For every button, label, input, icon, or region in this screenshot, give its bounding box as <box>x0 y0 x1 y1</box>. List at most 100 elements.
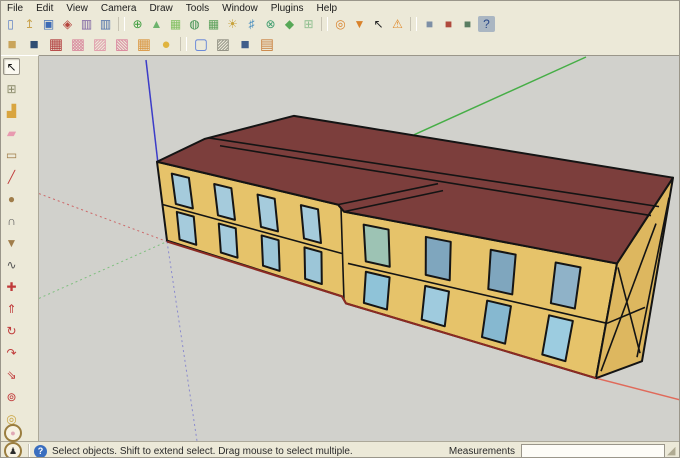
paste-icon[interactable]: ▥ <box>97 16 114 32</box>
window-left-block-lower-4[interactable] <box>303 246 323 286</box>
freehand-tool-icon[interactable]: ∿ <box>3 256 20 273</box>
window-left-block-upper-2[interactable] <box>213 182 236 221</box>
menu-view[interactable]: View <box>60 2 95 15</box>
preview-earth-icon[interactable]: ◍ <box>186 16 203 32</box>
menu-camera[interactable]: Camera <box>95 2 144 15</box>
select-tool-icon[interactable]: ↖ <box>3 58 20 75</box>
building-maker-icon[interactable]: ▦ <box>205 16 222 32</box>
warehouse-model-icon[interactable]: ◈ <box>59 16 76 32</box>
hidden-line-mode-icon[interactable]: ▨ <box>213 35 233 54</box>
extension-warehouse-icon[interactable]: ⊗ <box>262 16 279 32</box>
eraser-icon[interactable]: ▰ <box>3 124 20 141</box>
styles-toolbar: ■ ■ ▦ ▩ ▨ ▧ ▦ ● ▢ ▨ ■ ▤ <box>1 33 679 56</box>
new-file-icon[interactable]: ▯ <box>2 16 19 32</box>
push-pull-tool-icon[interactable]: ⇑ <box>3 300 20 317</box>
axis-blue-dotted <box>166 241 198 441</box>
match-photo-icon[interactable]: ♯ <box>243 16 260 32</box>
axis-red-solid <box>595 377 679 401</box>
wood-box-icon[interactable]: ■ <box>421 16 438 32</box>
sketchup-window: File Edit View Camera Draw Tools Window Plugins… <box>0 0 680 458</box>
window-right-block-upper-3[interactable] <box>487 248 517 296</box>
window-left-block-lower-2[interactable] <box>217 222 239 259</box>
window-right-block-upper-1[interactable] <box>362 223 391 268</box>
toolbar-separator <box>321 17 328 31</box>
window-left-block-upper-4[interactable] <box>299 204 322 245</box>
warning-icon[interactable]: ⚠ <box>389 16 406 32</box>
axis-red-dotted <box>39 193 168 242</box>
styles-panel-icon[interactable]: ▤ <box>257 35 277 54</box>
menu-plugins[interactable]: Plugins <box>265 2 311 15</box>
shaded-mode-icon[interactable]: ■ <box>235 35 255 54</box>
rotate-tool-icon[interactable]: ↻ <box>3 322 20 339</box>
status-badge-geolocation[interactable]: ● <box>4 424 22 442</box>
status-badge-credit[interactable]: ♟ <box>4 442 22 457</box>
window-right-block-lower-3[interactable] <box>480 299 512 345</box>
filter-icon[interactable]: ▼ <box>351 16 368 32</box>
window-left-block-lower-3[interactable] <box>260 234 281 272</box>
window-left-block-upper-3[interactable] <box>256 193 279 233</box>
scale-tool-icon[interactable]: ⇘ <box>3 366 20 383</box>
rectangle-tool-icon[interactable]: ▭ <box>3 146 20 163</box>
arc-tool-icon[interactable]: ∩ <box>3 212 20 229</box>
photo-textures-icon[interactable]: ▦ <box>167 16 184 32</box>
help-box-icon[interactable]: ? <box>478 16 495 32</box>
measurements-label: Measurements <box>448 445 515 457</box>
share-model-icon[interactable]: ◆ <box>281 16 298 32</box>
style-wood-cube-icon[interactable]: ■ <box>2 35 22 54</box>
offset-tool-icon[interactable]: ⊚ <box>3 388 20 405</box>
style-brick-cube-icon[interactable]: ▦ <box>46 35 66 54</box>
save-icon[interactable]: ▣ <box>40 16 57 32</box>
menu-bar: File Edit View Camera Draw Tools Window Plugins… <box>1 1 679 16</box>
open-file-icon[interactable]: ↥ <box>21 16 38 32</box>
toolbar-separator <box>180 37 187 51</box>
menu-window[interactable]: Window <box>216 2 265 15</box>
menu-file[interactable]: File <box>1 2 30 15</box>
status-message: Select objects. Shift to extend select. … <box>52 445 353 457</box>
menu-edit[interactable]: Edit <box>30 2 60 15</box>
make-component-icon[interactable]: ⊞ <box>3 80 20 97</box>
crate-box-icon[interactable]: ■ <box>459 16 476 32</box>
status-divider <box>28 444 29 457</box>
polygon-tool-icon[interactable]: ▼ <box>3 234 20 251</box>
menu-help[interactable]: Help <box>311 2 345 15</box>
menu-draw[interactable]: Draw <box>143 2 179 15</box>
paint-bucket-icon[interactable]: ▟ <box>3 102 20 119</box>
style-multi-cube-icon[interactable]: ▦ <box>134 35 154 54</box>
style-drop-icon[interactable]: ● <box>156 35 176 54</box>
resize-grip-icon[interactable]: ◢ <box>667 444 679 457</box>
follow-me-tool-icon[interactable]: ↷ <box>3 344 20 361</box>
window-right-block-upper-2[interactable] <box>424 235 452 282</box>
components-icon[interactable]: ⊞ <box>300 16 317 32</box>
xray-mode-icon[interactable]: ▢ <box>191 35 211 54</box>
window-left-block-upper-1[interactable] <box>170 172 194 210</box>
style-pink-cube-1-icon[interactable]: ▩ <box>68 35 88 54</box>
style-pink-cube-3-icon[interactable]: ▧ <box>112 35 132 54</box>
move-tool-icon[interactable]: ✚ <box>3 278 20 295</box>
zoom-tool-icon[interactable]: ◎ <box>332 16 349 32</box>
copy-icon[interactable]: ▥ <box>78 16 95 32</box>
add-detail-icon[interactable]: ☀ <box>224 16 241 32</box>
help-icon[interactable]: ? <box>34 444 47 457</box>
3d-scene[interactable] <box>39 56 680 441</box>
window-right-block-upper-4[interactable] <box>549 261 582 310</box>
style-navy-cube-icon[interactable]: ■ <box>24 35 44 54</box>
brick-box-icon[interactable]: ■ <box>440 16 457 32</box>
window-right-block-lower-1[interactable] <box>362 270 391 311</box>
status-bar: ● ♟ ? Select objects. Shift to extend sel… <box>1 424 679 457</box>
select-box-icon[interactable]: ↖ <box>370 16 387 32</box>
toolbar-separator <box>410 17 417 31</box>
axis-green-dotted <box>39 241 168 299</box>
measurements-input[interactable] <box>521 443 665 457</box>
window-left-block-lower-1[interactable] <box>175 210 198 246</box>
window-right-block-lower-2[interactable] <box>420 284 450 328</box>
axis-green-solid <box>413 56 587 136</box>
model-viewport[interactable] <box>39 55 680 441</box>
line-tool-icon[interactable]: ╱ <box>3 168 20 185</box>
circle-tool-icon[interactable]: ● <box>3 190 20 207</box>
style-pink-cube-2-icon[interactable]: ▨ <box>90 35 110 54</box>
add-location-icon[interactable]: ⊕ <box>129 16 146 32</box>
toggle-terrain-icon[interactable]: ▲ <box>148 16 165 32</box>
tool-palette: ↖⊞▟▰▭╱●∩▼∿✚⇑↻↷⇘⊚◎↔◗A∠A↺☛⊙⊡⊠↶♟◉∷◫ <box>1 55 39 457</box>
standard-toolbar: ▯ ↥ ▣ ◈ ▥ ▥ ⊕ ▲ ▦ ◍ ▦ ☀ ♯ ⊗ ◆ ⊞ ◎ ▼ ↖ ⚠ ■ ■ ■? <box>1 15 679 34</box>
menu-tools[interactable]: Tools <box>180 2 216 15</box>
